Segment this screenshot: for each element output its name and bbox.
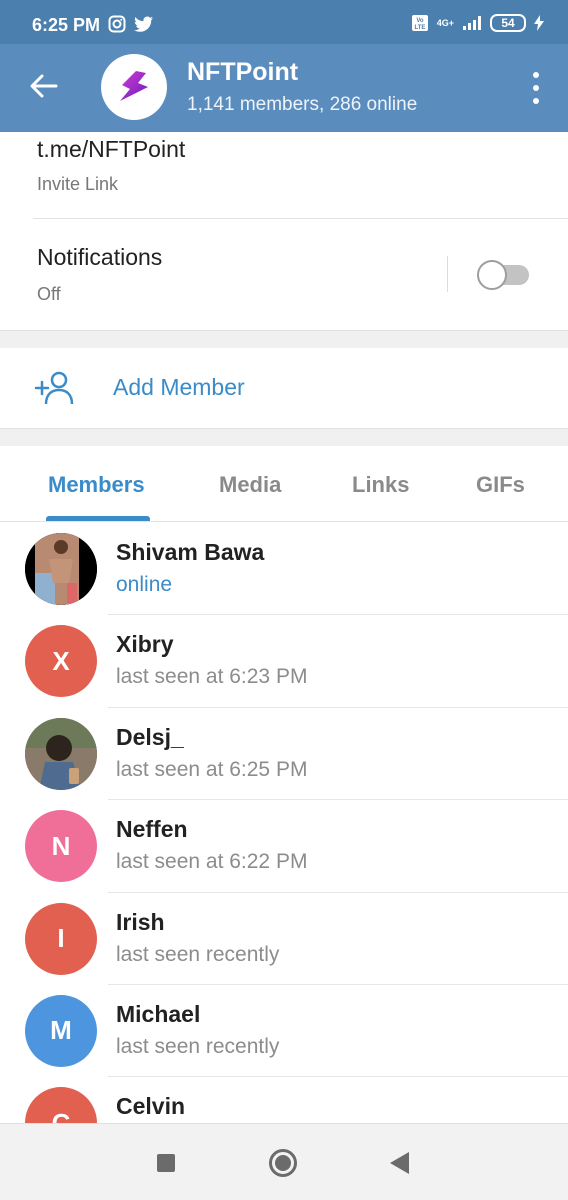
dot-icon: [533, 72, 539, 78]
battery-icon: 54: [490, 14, 526, 32]
member-status: last seen at 6:22 PM: [116, 850, 308, 874]
toggle-separator: [447, 256, 448, 292]
home-button[interactable]: [269, 1149, 297, 1177]
member-name: Delsj_: [116, 723, 184, 750]
member-initial: N: [51, 830, 71, 861]
member-avatar: [25, 717, 97, 790]
tab-links[interactable]: Links: [352, 472, 409, 498]
toggle-thumb: [477, 260, 507, 290]
member-name: Celvin: [116, 1093, 186, 1120]
member-row[interactable]: X Xibry last seen at 6:23 PM: [0, 615, 568, 708]
shared-media-tabs: Members Media Links GIFs: [0, 446, 568, 522]
member-status: last seen recently: [116, 942, 280, 966]
member-row[interactable]: M Michael last seen recently: [0, 985, 568, 1078]
nftpoint-logo-icon: [120, 71, 148, 101]
network-type: 4G+: [436, 18, 454, 28]
system-navigation-bar: [0, 1123, 568, 1200]
notifications-toggle[interactable]: [477, 260, 529, 290]
member-initial: M: [50, 1015, 72, 1046]
more-options-button[interactable]: [530, 72, 542, 104]
member-avatar: [25, 533, 97, 605]
status-notification-icons: [108, 15, 154, 33]
section-gap: [0, 428, 568, 446]
arrow-left-icon: [30, 74, 58, 98]
section-gap: [0, 330, 568, 348]
svg-text:LTE: LTE: [414, 25, 425, 31]
group-title: NFTPoint: [187, 58, 299, 86]
member-name: Michael: [116, 1000, 201, 1027]
member-name: Irish: [116, 908, 165, 935]
invite-link-label: Invite Link: [37, 174, 119, 194]
add-user-icon: [34, 371, 74, 405]
member-avatar: I: [25, 902, 97, 975]
signal-icon: [463, 16, 481, 30]
group-info-section: t.me/NFTPoint Invite Link Notifications …: [0, 132, 568, 330]
member-avatar: N: [25, 810, 97, 883]
dot-icon: [533, 85, 539, 91]
instagram-icon: [108, 15, 126, 33]
add-member-label: Add Member: [113, 374, 245, 400]
status-time: 6:25 PM: [32, 15, 101, 35]
group-avatar[interactable]: [101, 54, 167, 120]
divider: [33, 218, 568, 219]
member-initial: C: [51, 1107, 71, 1123]
recent-apps-button[interactable]: [157, 1154, 175, 1172]
member-avatar: M: [25, 994, 97, 1067]
home-icon: [275, 1155, 291, 1171]
member-name: Neffen: [116, 816, 188, 843]
dot-icon: [533, 98, 539, 104]
notifications-value: Off: [37, 284, 61, 304]
active-tab-indicator: [46, 516, 150, 521]
profile-photo-icon: [25, 717, 97, 790]
add-member-row[interactable]: Add Member: [0, 348, 568, 428]
member-row[interactable]: C Celvin: [0, 1077, 568, 1123]
member-avatar: C: [25, 1087, 97, 1123]
charging-icon: [534, 15, 544, 31]
notifications-title[interactable]: Notifications: [37, 244, 162, 271]
member-name: Xibry: [116, 631, 174, 658]
member-status: last seen at 6:23 PM: [116, 665, 308, 689]
battery-level: 54: [501, 16, 515, 30]
profile-photo-icon: [25, 533, 97, 605]
group-member-count: 1,141 members, 286 online: [187, 94, 418, 115]
member-name: Shivam Bawa: [116, 539, 265, 565]
back-nav-button[interactable]: [390, 1152, 409, 1174]
back-button[interactable]: [28, 70, 60, 102]
status-system-icons: Vo LTE 4G+ 54: [411, 14, 544, 32]
member-list: Shivam Bawa online X Xibry last seen at …: [0, 523, 568, 1123]
invite-link[interactable]: t.me/NFTPoint: [37, 136, 185, 163]
member-row[interactable]: Delsj_ last seen at 6:25 PM: [0, 708, 568, 801]
tab-media[interactable]: Media: [219, 472, 281, 498]
svg-text:Vo: Vo: [416, 18, 424, 24]
twitter-icon: [134, 16, 153, 32]
member-status: online: [116, 573, 173, 596]
status-bar: 6:25 PM Vo LTE 4G+ 54: [0, 0, 568, 44]
chat-header: NFTPoint 1,141 members, 286 online: [0, 44, 568, 132]
member-row[interactable]: N Neffen last seen at 6:22 PM: [0, 800, 568, 893]
member-initial: X: [52, 645, 70, 676]
member-initial: I: [57, 923, 65, 954]
member-status: last seen at 6:25 PM: [116, 757, 308, 781]
member-status: last seen recently: [116, 1034, 280, 1058]
member-row[interactable]: Shivam Bawa online: [0, 523, 568, 616]
member-row[interactable]: I Irish last seen recently: [0, 893, 568, 985]
tab-members[interactable]: Members: [48, 472, 145, 498]
volte-icon: VoLTE: [411, 15, 428, 31]
tab-gifs[interactable]: GIFs: [476, 472, 525, 498]
member-avatar: X: [25, 625, 97, 698]
